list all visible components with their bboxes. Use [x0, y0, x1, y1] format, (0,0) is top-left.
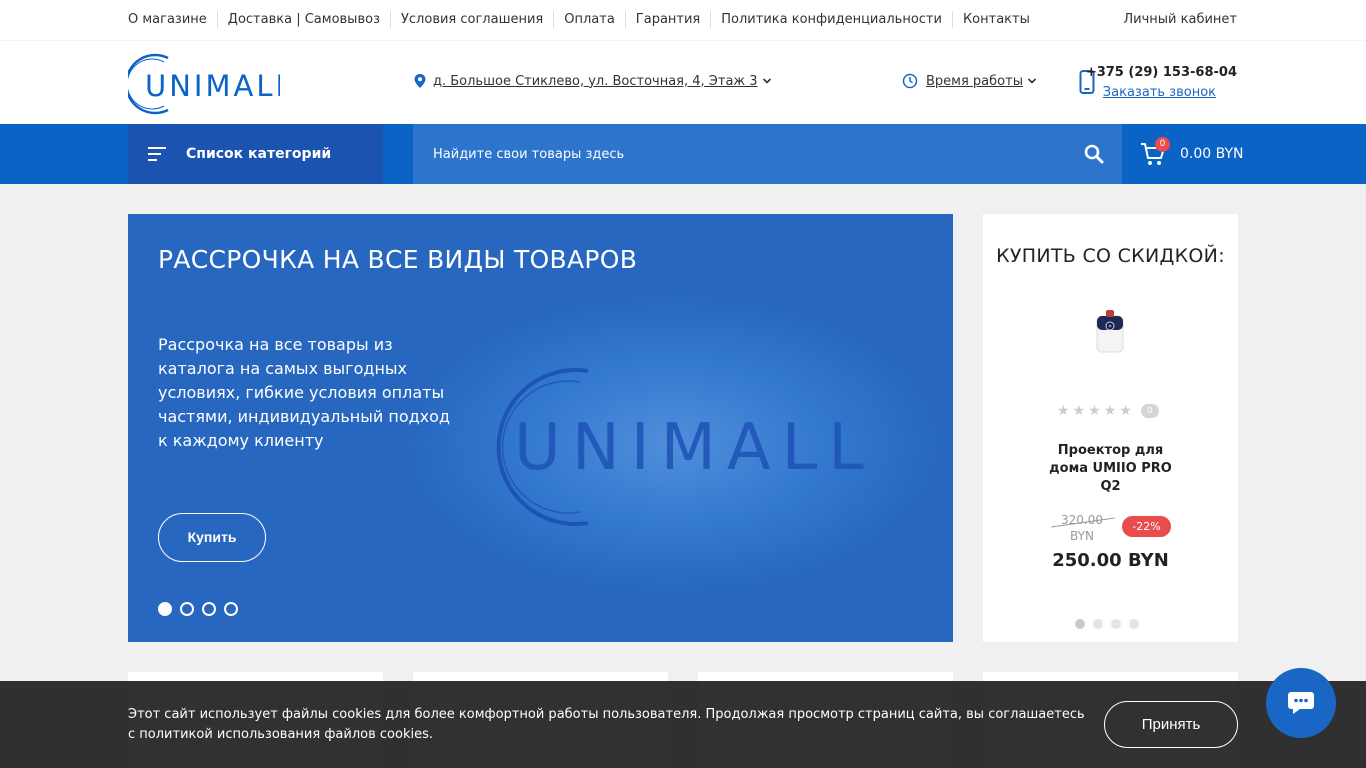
categories-label: Список категорий: [186, 146, 332, 162]
slide-dot-3[interactable]: [202, 602, 216, 616]
deal-dot-4[interactable]: [1129, 619, 1139, 629]
search-icon: [1084, 144, 1104, 164]
header: UNIMALL д. Большое Стиклево, ул. Восточн…: [0, 40, 1366, 124]
nav-contacts[interactable]: Контакты: [951, 11, 1040, 28]
cookie-text: Этот сайт использует файлы cookies для б…: [128, 707, 1085, 742]
slide-dot-4[interactable]: [224, 602, 238, 616]
top-nav: О магазине Доставка | Самовывоз Условия …: [128, 11, 1040, 28]
hero-logo: UNIMALL: [496, 368, 868, 526]
cookie-banner: Этот сайт использует файлы cookies для б…: [0, 681, 1366, 768]
deal-dot-1[interactable]: [1075, 619, 1085, 629]
chat-icon: [1288, 692, 1314, 714]
nav-warranty[interactable]: Гарантия: [624, 11, 710, 28]
hero-banner: UNIMALL РАССРОЧКА НА ВСЕ ВИДЫ ТОВАРОВ Ра…: [128, 214, 953, 642]
product-name-link[interactable]: Проектор для дома UMIIO PRO Q2: [1043, 442, 1178, 496]
chevron-down-icon: [762, 78, 771, 84]
old-price: 320.00 BYN: [1049, 512, 1115, 544]
working-hours-dropdown[interactable]: Время работы: [902, 73, 1037, 89]
hero-slider-dots: [158, 602, 238, 616]
deal-dot-3[interactable]: [1111, 619, 1121, 629]
logo-mark: UNIMALL: [125, 53, 292, 115]
search-input[interactable]: [433, 124, 1053, 184]
cart-button[interactable]: 0 0.00 BYN: [1140, 137, 1244, 170]
search-button[interactable]: [1083, 143, 1105, 165]
logo-text: UNIMALL: [145, 69, 280, 103]
star-icon: ★: [1103, 403, 1117, 419]
menu-icon: [148, 147, 166, 161]
hero-title: РАССРОЧКА НА ВСЕ ВИДЫ ТОВАРОВ: [158, 245, 638, 274]
address-text: д. Большое Стиклево, ул. Восточная, 4, Э…: [433, 73, 758, 89]
categories-menu-button[interactable]: Список категорий: [128, 124, 383, 184]
address-selector[interactable]: д. Большое Стиклево, ул. Восточная, 4, Э…: [413, 73, 772, 89]
hero-buy-button[interactable]: Купить: [158, 513, 266, 562]
discount-slider-dots: [1075, 619, 1139, 629]
navigation-bar: Список категорий 0 0.00 BYN: [0, 124, 1366, 184]
personal-account-link[interactable]: Личный кабинет: [1123, 11, 1237, 28]
review-count-badge: 0: [1140, 404, 1159, 418]
star-icon: ★: [1057, 403, 1070, 419]
nav-terms[interactable]: Условия соглашения: [389, 11, 553, 28]
request-callback-link[interactable]: Заказать звонок: [1103, 85, 1216, 100]
hero-logo-text: UNIMALL: [514, 411, 868, 485]
hero-description: Рассрочка на все товары из каталога на с…: [158, 335, 450, 450]
nav-about[interactable]: О магазине: [128, 11, 217, 28]
star-icon: ★: [1119, 403, 1132, 419]
old-price-value: 320.00 BYN: [1061, 513, 1103, 543]
cart-count-badge: 0: [1155, 137, 1170, 152]
chevron-down-icon: [1027, 78, 1037, 84]
search-box: [413, 124, 1122, 184]
nav-payment[interactable]: Оплата: [553, 11, 625, 28]
map-pin-icon: [414, 74, 426, 88]
cart-total: 0.00 BYN: [1180, 146, 1244, 162]
phone-number[interactable]: +375 (29) 153-68-04: [1086, 65, 1237, 80]
accept-cookies-button[interactable]: Принять: [1104, 701, 1238, 748]
product-rating: ★ ★ ★ ★ ★ 0: [1057, 403, 1159, 419]
nav-delivery[interactable]: Доставка | Самовывоз: [216, 11, 390, 28]
deal-dot-2[interactable]: [1093, 619, 1103, 629]
slide-dot-1[interactable]: [158, 602, 172, 616]
current-price: 250.00 BYN: [1052, 550, 1169, 571]
chat-button[interactable]: [1266, 668, 1336, 738]
star-icon: ★: [1088, 403, 1101, 419]
nav-privacy[interactable]: Политика конфиденциальности: [710, 11, 952, 28]
product-image[interactable]: [1095, 307, 1125, 355]
discount-widget: КУПИТЬ СО СКИДКОЙ: ★ ★ ★ ★ ★ 0 Проектор …: [983, 214, 1238, 642]
working-hours-label: Время работы: [926, 73, 1023, 89]
discount-title: КУПИТЬ СО СКИДКОЙ:: [996, 245, 1225, 267]
top-bar: О магазине Доставка | Самовывоз Условия …: [0, 0, 1366, 40]
clock-icon: [902, 73, 918, 89]
discount-badge: -22%: [1122, 516, 1171, 537]
star-icon: ★: [1072, 403, 1086, 419]
slide-dot-2[interactable]: [180, 602, 194, 616]
logo[interactable]: UNIMALL: [125, 52, 292, 116]
